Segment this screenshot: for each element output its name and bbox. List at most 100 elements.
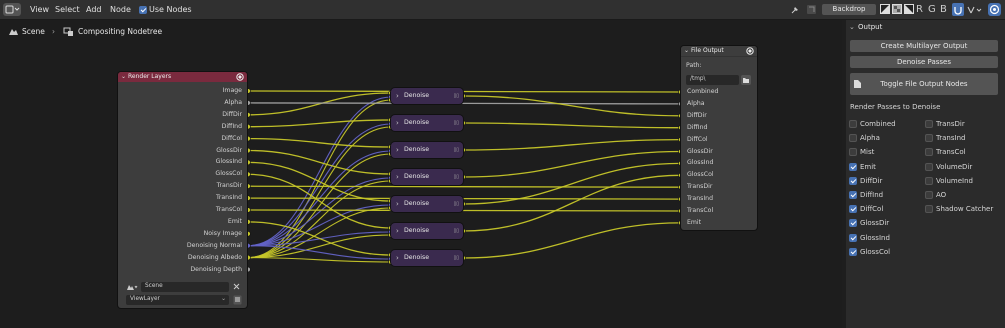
node-options-icon[interactable]: ▯▯ [453,88,459,104]
pass-checkbox[interactable] [925,148,933,157]
channel-r-toggle[interactable]: R [916,0,923,19]
denoise-passes-button[interactable]: Denoise Passes [850,56,998,68]
pass-checkbox[interactable] [849,120,857,128]
collapse-icon[interactable]: ⌄ [684,46,689,56]
expand-chevron-icon[interactable]: › [396,88,399,104]
file-output-input-label: Emit [687,218,702,226]
pass-checkbox[interactable] [925,191,933,199]
channel-b-toggle[interactable]: B [940,0,947,19]
denoise-node[interactable]: › Denoise ▯▯ [391,115,463,131]
backdrop-channels-icon[interactable] [880,4,890,14]
pass-label: TransInd [936,134,966,143]
file-browse-button[interactable] [741,75,751,85]
file-output-header[interactable]: ⌄ File Output [681,46,757,57]
backdrop-button[interactable]: Backdrop [822,4,876,15]
pass-label: TransDir [936,120,965,128]
overlay-toggle[interactable] [988,3,1001,16]
pass-checkbox[interactable] [925,162,933,171]
pass-checkbox[interactable] [849,191,857,199]
expand-chevron-icon[interactable]: › [396,115,399,131]
channel-g-toggle[interactable]: G [928,0,936,19]
pass-label: Emit [860,162,876,171]
node-options-icon[interactable]: ▯▯ [453,196,459,212]
menu-select[interactable]: Select [55,0,80,19]
scene-selector[interactable]: Scene [126,282,242,292]
output-panel-chevron-icon[interactable]: ⌄ [849,22,855,32]
denoise-node-label: Denoise [404,227,430,234]
collapse-icon[interactable]: ⌄ [121,72,126,82]
render-layers-icon[interactable] [236,73,244,81]
denoise-node-label: Denoise [404,173,430,180]
pass-checkbox[interactable] [925,205,933,214]
create-multilayer-output-button[interactable]: Create Multilayer Output [850,40,998,52]
view-layer-field[interactable]: ViewLayer ⌄ [126,295,229,305]
pass-checkbox[interactable] [849,219,857,228]
pass-checkbox[interactable] [849,176,857,185]
denoise-node[interactable]: › Denoise ▯▯ [391,196,463,212]
node-options-icon[interactable]: ▯▯ [453,169,459,185]
pass-checkbox[interactable] [849,134,857,143]
pass-checkbox[interactable] [925,120,933,128]
backdrop-color-alpha-icon[interactable] [904,4,914,14]
denoise-node[interactable]: › Denoise ▯▯ [391,169,463,185]
denoise-node[interactable]: › Denoise ▯▯ [391,88,463,104]
pass-label: VolumeDir [936,162,973,171]
breadcrumb-tree: Compositing Nodetree [78,27,163,36]
pass-checkbox[interactable] [925,134,933,143]
toggle-file-output-button[interactable]: Toggle File Output Nodes [850,73,998,95]
scene-field[interactable]: Scene [141,282,229,292]
menu-add[interactable]: Add [86,0,102,19]
render-layers-header[interactable]: ⌄ Render Layers [118,72,247,82]
expand-chevron-icon[interactable]: › [396,196,399,212]
render-icon[interactable] [233,295,242,305]
menu-node[interactable]: Node [110,0,131,19]
sidebar-divider[interactable] [842,20,846,328]
denoise-node[interactable]: › Denoise ▯▯ [391,142,463,158]
pass-label: GlossInd [860,233,890,242]
file-output-input-label: TransDir [687,183,713,191]
node-options-icon[interactable]: ▯▯ [453,115,459,131]
file-output-input-label: GlossInd [687,159,714,167]
snap-options-icon[interactable] [966,4,982,15]
pin-icon[interactable] [790,4,801,15]
editor-type-button[interactable] [3,3,21,16]
node-options-icon[interactable]: ▯▯ [453,142,459,158]
denoise-node[interactable]: › Denoise ▯▯ [391,223,463,239]
expand-chevron-icon[interactable]: › [396,223,399,239]
path-field[interactable]: /tmp\ [686,75,739,85]
file-output-input-label: GlossCol [687,171,714,179]
output-icon[interactable] [746,47,754,55]
node-options-icon[interactable]: ▯▯ [453,250,459,266]
use-nodes-checkbox[interactable] [139,6,147,14]
overlays-icon [989,4,1000,15]
node-tree-icon[interactable] [806,4,817,15]
pass-checkbox[interactable] [849,247,857,256]
file-output-title: File Output [691,47,724,54]
scene-icon [9,29,18,35]
path-label: Path: [686,62,702,69]
pass-label: Mist [860,148,875,157]
close-icon[interactable] [232,283,241,291]
pass-checkbox[interactable] [849,233,857,242]
render-layers-output-label: TransCol [215,206,242,213]
file-output-input-label: TransCol [687,207,714,214]
pass-checkbox[interactable] [925,176,933,185]
denoise-node[interactable]: › Denoise ▯▯ [391,250,463,266]
render-layers-output-label: DiffDir [222,110,242,118]
expand-chevron-icon[interactable]: › [396,169,399,185]
snap-toggle[interactable] [952,3,964,16]
pass-label: VolumeInd [936,176,973,185]
node-options-icon[interactable]: ▯▯ [453,223,459,239]
expand-chevron-icon[interactable]: › [396,250,399,266]
file-output-input-label: DiffCol [687,135,708,143]
pass-checkbox[interactable] [849,148,857,157]
render-layers-output-label: TransInd [215,194,242,202]
render-layers-output-label: TransDir [216,182,242,190]
expand-chevron-icon[interactable]: › [396,142,399,158]
pass-checkbox[interactable] [849,205,857,214]
menu-view[interactable]: View [30,0,49,19]
pass-checkbox[interactable] [849,162,857,171]
output-panel-title[interactable]: Output [858,22,882,32]
backdrop-alpha-icon[interactable] [892,4,902,14]
view-layer-selector[interactable]: ViewLayer ⌄ [126,295,242,305]
